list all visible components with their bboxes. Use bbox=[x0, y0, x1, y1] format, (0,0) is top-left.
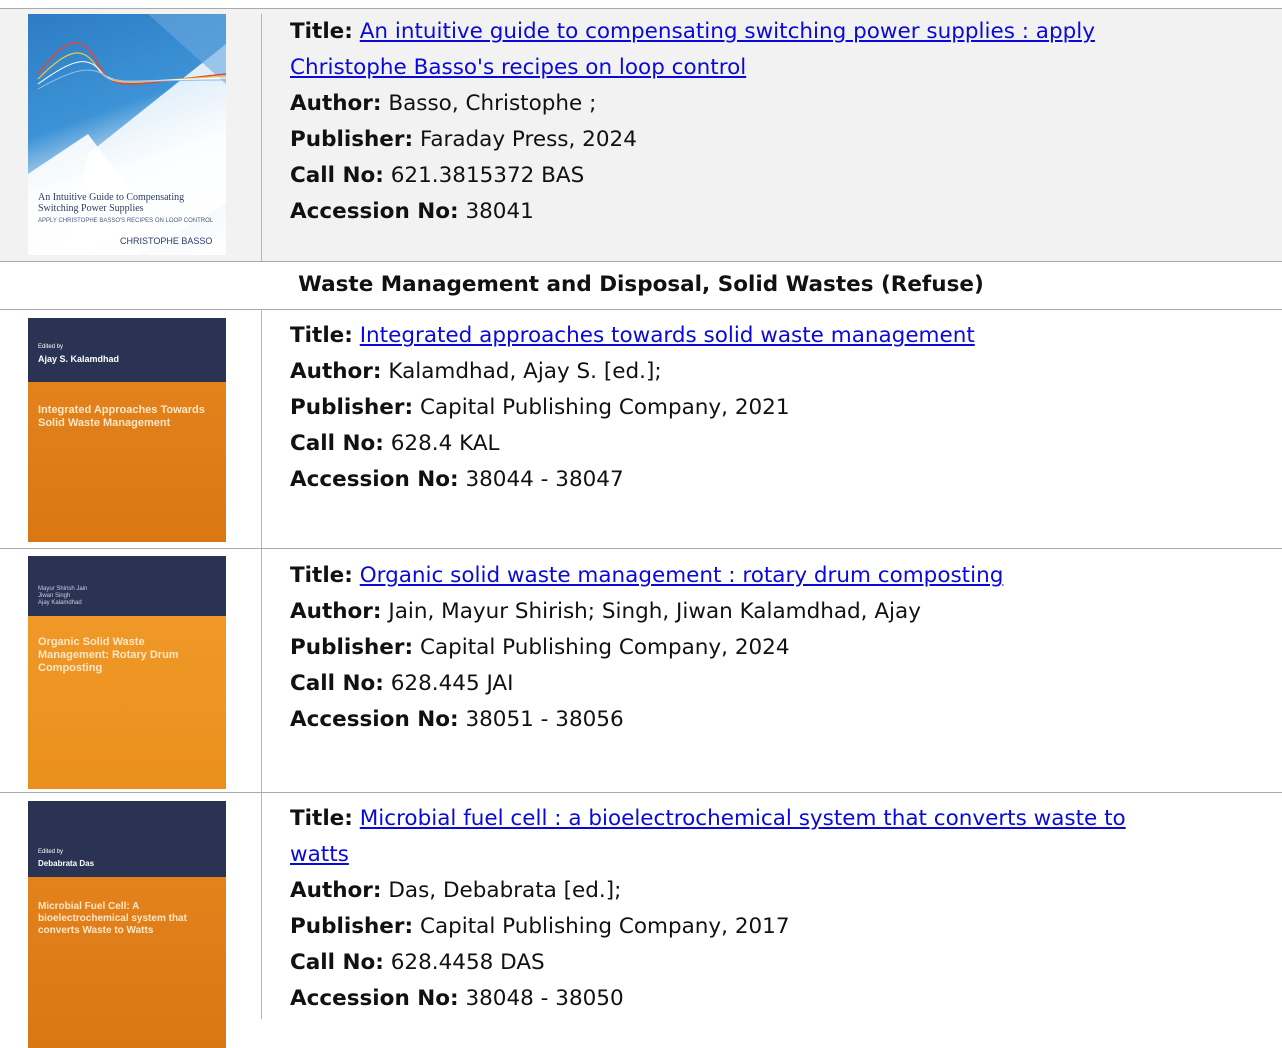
cover-editor-name: Ajay S. Kalamdhad bbox=[38, 354, 120, 364]
title-label: Title: bbox=[290, 19, 353, 44]
author-value: Das, Debabrata [ed.]; bbox=[388, 878, 622, 903]
book-cover-image: Mayur Shirish Jain Jiwan Singh Ajay Kala… bbox=[28, 556, 226, 789]
title-label: Title: bbox=[290, 563, 353, 588]
cover-title-text: Integrated Approaches Towards Solid Wast… bbox=[38, 404, 205, 429]
accession-no-label: Accession No: bbox=[290, 707, 459, 732]
publisher-label: Publisher: bbox=[290, 395, 414, 420]
publisher-value: Capital Publishing Company, 2021 bbox=[419, 395, 790, 420]
cover-title-text: Organic Solid Waste Management: Rotary D… bbox=[38, 636, 179, 674]
author-label: Author: bbox=[290, 91, 382, 116]
column-divider bbox=[261, 14, 262, 262]
book-title-link[interactable]: Integrated approaches towards solid wast… bbox=[360, 323, 975, 348]
call-no-label: Call No: bbox=[290, 431, 384, 456]
book-info: Title: Microbial fuel cell : a bioelectr… bbox=[290, 801, 1250, 1017]
cover-editor-label: Edited by bbox=[38, 849, 64, 855]
book-title-link[interactable]: Organic solid waste management : rotary … bbox=[360, 563, 1004, 588]
column-divider bbox=[261, 549, 262, 793]
accession-no-label: Accession No: bbox=[290, 986, 459, 1011]
author-label: Author: bbox=[290, 599, 382, 624]
cover-band bbox=[28, 318, 226, 382]
call-no-label: Call No: bbox=[290, 671, 384, 696]
cover-title-text: Microbial Fuel Cell: A bioelectrochemica… bbox=[38, 901, 187, 936]
call-no-value: 628.445 JAI bbox=[390, 671, 514, 696]
author-label: Author: bbox=[290, 359, 382, 384]
accession-no-value: 38051 - 38056 bbox=[465, 707, 624, 732]
accession-no-value: 38041 bbox=[465, 199, 534, 224]
author-value: Basso, Christophe ; bbox=[388, 91, 597, 116]
accession-no-value: 38048 - 38050 bbox=[465, 986, 624, 1011]
accession-no-label: Accession No: bbox=[290, 467, 459, 492]
author-value: Jain, Mayur Shirish; Singh, Jiwan Kalamd… bbox=[388, 599, 921, 624]
book-row: An Intuitive Guide to Compensating Switc… bbox=[0, 9, 1282, 262]
column-divider bbox=[261, 793, 262, 1019]
book-cover-image: An Intuitive Guide to Compensating Switc… bbox=[28, 14, 226, 255]
publisher-label: Publisher: bbox=[290, 127, 414, 152]
cover-editor-name: Debabrata Das bbox=[38, 859, 95, 868]
book-row: Edited by Debabrata Das Microbial Fuel C… bbox=[0, 793, 1282, 1048]
publisher-value: Faraday Press, 2024 bbox=[419, 127, 637, 152]
cover-title-text: An Intuitive Guide to Compensating Switc… bbox=[38, 192, 185, 214]
author-label: Author: bbox=[290, 878, 382, 903]
book-title-link[interactable]: An intuitive guide to compensating switc… bbox=[360, 19, 1095, 44]
section-heading: Waste Management and Disposal, Solid Was… bbox=[298, 272, 984, 297]
call-no-value: 621.3815372 BAS bbox=[390, 163, 585, 188]
publisher-value: Capital Publishing Company, 2024 bbox=[419, 635, 790, 660]
column-divider bbox=[261, 310, 262, 549]
publisher-label: Publisher: bbox=[290, 914, 414, 939]
book-row: Mayur Shirish Jain Jiwan Singh Ajay Kala… bbox=[0, 549, 1282, 793]
title-label: Title: bbox=[290, 323, 353, 348]
cover-subtitle-text: APPLY CHRISTOPHE BASSO'S RECIPES ON LOOP… bbox=[38, 218, 214, 224]
book-info: Title: Integrated approaches towards sol… bbox=[290, 318, 1250, 498]
cover-author-text: CHRISTOPHE BASSO bbox=[120, 236, 213, 246]
book-title-link-cont[interactable]: watts bbox=[290, 842, 349, 867]
book-title-link-cont[interactable]: Christophe Basso's recipes on loop contr… bbox=[290, 55, 746, 80]
book-cover-image: Edited by Ajay S. Kalamdhad Integrated A… bbox=[28, 318, 226, 542]
title-label: Title: bbox=[290, 806, 353, 831]
accession-no-value: 38044 - 38047 bbox=[465, 467, 624, 492]
author-value: Kalamdhad, Ajay S. [ed.]; bbox=[388, 359, 662, 384]
cover-editor-label: Edited by bbox=[38, 344, 64, 350]
publisher-label: Publisher: bbox=[290, 635, 414, 660]
call-no-value: 628.4458 DAS bbox=[390, 950, 545, 975]
book-info: Title: An intuitive guide to compensatin… bbox=[290, 14, 1250, 230]
book-title-link[interactable]: Microbial fuel cell : a bioelectrochemic… bbox=[360, 806, 1126, 831]
book-row: Edited by Ajay S. Kalamdhad Integrated A… bbox=[0, 310, 1282, 549]
publisher-value: Capital Publishing Company, 2017 bbox=[419, 914, 790, 939]
call-no-label: Call No: bbox=[290, 950, 384, 975]
row-rule bbox=[0, 261, 1282, 262]
book-info: Title: Organic solid waste management : … bbox=[290, 558, 1250, 738]
cover-authors-text: Mayur Shirish Jain Jiwan Singh Ajay Kala… bbox=[38, 586, 88, 606]
call-no-label: Call No: bbox=[290, 163, 384, 188]
book-cover-image: Edited by Debabrata Das Microbial Fuel C… bbox=[28, 801, 226, 1048]
accession-no-label: Accession No: bbox=[290, 199, 459, 224]
call-no-value: 628.4 KAL bbox=[390, 431, 500, 456]
